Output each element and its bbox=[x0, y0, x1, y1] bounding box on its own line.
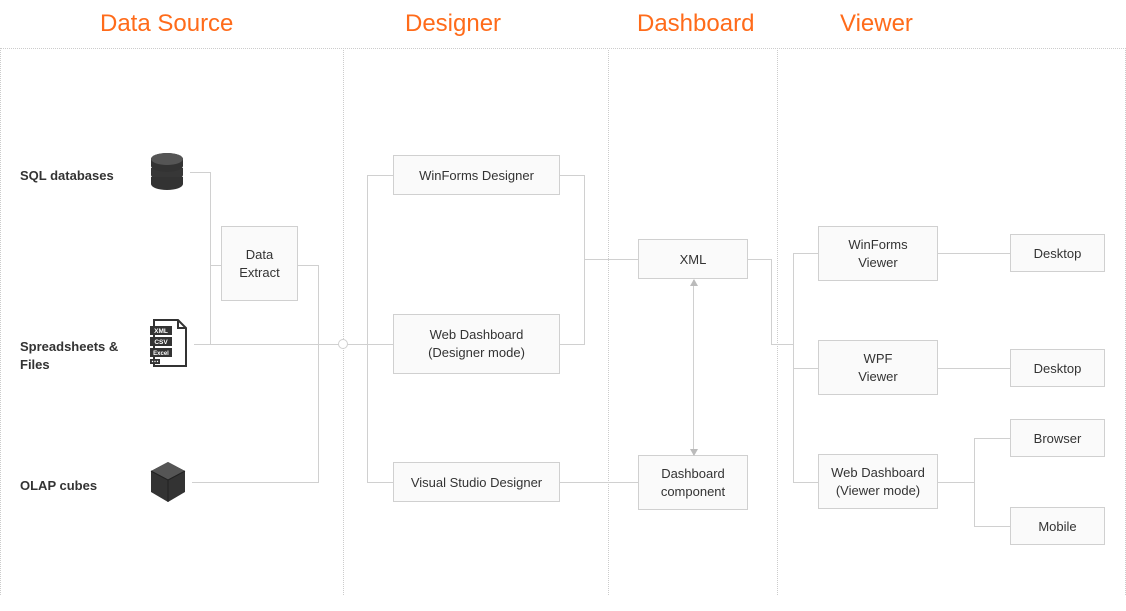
box-vs-designer: Visual Studio Designer bbox=[393, 462, 560, 502]
conn-extract-v bbox=[318, 265, 319, 345]
label-sql: SQL databases bbox=[20, 168, 114, 185]
box-dashboard-component: Dashboard component bbox=[638, 455, 748, 510]
col-header-designer: Designer bbox=[405, 10, 501, 38]
box-browser: Browser bbox=[1010, 419, 1105, 457]
box-desktop-1: Desktop bbox=[1010, 234, 1105, 272]
divider-left-edge bbox=[0, 50, 1, 595]
arrow-up-icon bbox=[690, 279, 698, 286]
col-header-dashboard: Dashboard bbox=[637, 10, 754, 38]
conn-sql-out bbox=[190, 172, 210, 173]
box-wpf-viewer: WPF Viewer bbox=[818, 340, 938, 395]
conn-to-wpf-viewer bbox=[793, 368, 818, 369]
conn-files-out bbox=[194, 344, 210, 345]
label-spreadsheets: Spreadsheets & Files bbox=[20, 338, 118, 373]
conn-viewer-hub bbox=[771, 344, 793, 345]
box-data-extract: Data Extract bbox=[221, 226, 298, 301]
conn-sql-v bbox=[210, 172, 211, 265]
label-olap: OLAP cubes bbox=[20, 478, 97, 495]
bi-arrow-line bbox=[693, 280, 694, 455]
header-divider bbox=[0, 48, 1126, 49]
box-desktop-2: Desktop bbox=[1010, 349, 1105, 387]
conn-to-winforms-des bbox=[367, 175, 393, 176]
col-header-viewer: Viewer bbox=[840, 10, 913, 38]
conn-winf-v bbox=[584, 175, 585, 260]
conn-into-extract-top bbox=[210, 265, 221, 266]
conn-winf-out bbox=[560, 175, 584, 176]
arrow-down-icon bbox=[690, 449, 698, 456]
box-winforms-designer: WinForms Designer bbox=[393, 155, 560, 195]
conn-designer-bus bbox=[367, 175, 368, 483]
conn-winf-desktop bbox=[938, 253, 1010, 254]
data-node bbox=[338, 339, 348, 349]
conn-xml-v bbox=[771, 259, 772, 345]
conn-vs-to-component bbox=[560, 482, 638, 483]
box-web-viewer: Web Dashboard (Viewer mode) bbox=[818, 454, 938, 509]
conn-to-vs-des bbox=[367, 482, 393, 483]
conn-to-web-viewer bbox=[793, 482, 818, 483]
conn-web-out bbox=[560, 344, 584, 345]
file-xml-csv-excel-icon: XML CSV Excel bbox=[148, 318, 190, 368]
col-header-datasource: Data Source bbox=[100, 10, 233, 38]
conn-olap-h bbox=[192, 482, 318, 483]
conn-web-out bbox=[938, 482, 974, 483]
conn-extract-out bbox=[298, 265, 318, 266]
conn-into-xml-top bbox=[584, 259, 638, 260]
conn-xml-out bbox=[748, 259, 771, 260]
cube-icon bbox=[148, 460, 188, 504]
conn-web-branch bbox=[974, 438, 975, 526]
conn-files-v bbox=[210, 265, 211, 345]
box-xml: XML bbox=[638, 239, 748, 279]
conn-to-winforms-viewer bbox=[793, 253, 818, 254]
conn-olap-v bbox=[318, 344, 319, 483]
conn-to-web-des bbox=[367, 344, 393, 345]
box-web-designer: Web Dashboard (Designer mode) bbox=[393, 314, 560, 374]
conn-browser-in bbox=[974, 438, 1010, 439]
box-winforms-viewer: WinForms Viewer bbox=[818, 226, 938, 281]
divider-designer bbox=[343, 50, 344, 595]
box-mobile: Mobile bbox=[1010, 507, 1105, 545]
database-icon bbox=[148, 152, 186, 192]
svg-text:CSV: CSV bbox=[154, 339, 168, 346]
conn-web-v bbox=[584, 259, 585, 345]
conn-wpf-desktop bbox=[938, 368, 1010, 369]
conn-node-out bbox=[347, 344, 367, 345]
svg-text:Excel: Excel bbox=[153, 351, 169, 357]
divider-dashboard bbox=[608, 50, 609, 595]
conn-mobile-in bbox=[974, 526, 1010, 527]
svg-text:XML: XML bbox=[154, 328, 168, 335]
divider-viewer bbox=[777, 50, 778, 595]
